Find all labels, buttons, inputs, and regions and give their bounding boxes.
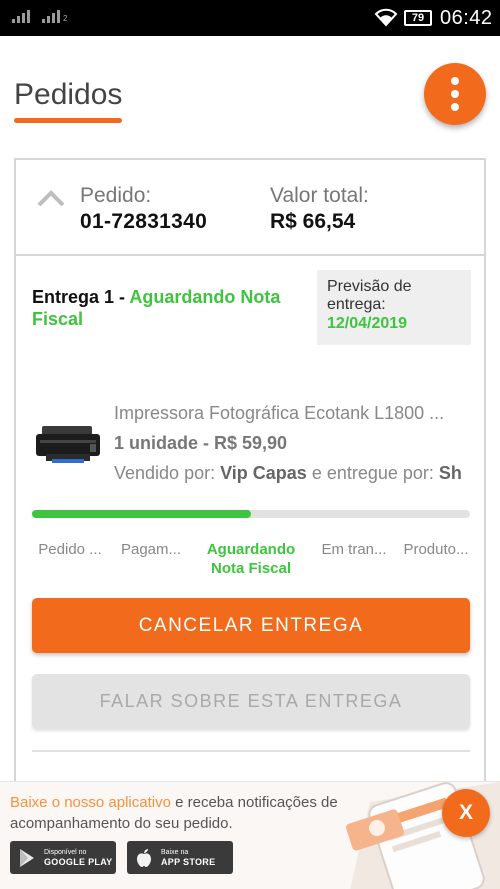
delivery-number: Entrega 1 -: [32, 287, 130, 307]
page-title: Pedidos: [14, 78, 123, 111]
product-image[interactable]: [32, 422, 104, 466]
sim-2-label: 2: [63, 14, 68, 23]
more-options-button[interactable]: [424, 63, 486, 125]
battery-icon: 79: [404, 10, 432, 26]
product-name[interactable]: Impressora Fotográfica Ecotank L1800 ...: [114, 403, 474, 424]
google-play-button[interactable]: Disponível no GOOGLE PLAY: [10, 841, 116, 874]
step-em-transito: Em tran...: [321, 541, 387, 558]
title-underline: [14, 118, 122, 123]
carrier-name: Sh: [438, 463, 462, 483]
step-produto: Produto...: [403, 541, 469, 558]
total-label: Valor total:: [270, 184, 369, 207]
apple-icon: [137, 848, 151, 867]
banner-highlight: Baixe o nosso aplicativo: [10, 794, 171, 811]
signal-icon: [12, 10, 30, 23]
talk-about-delivery-button[interactable]: FALAR SOBRE ESTA ENTREGA: [32, 674, 470, 729]
delivery-progress-bar: [32, 510, 470, 518]
product-seller: Vendido por: Vip Capas e entregue por: S…: [114, 463, 462, 483]
cancel-delivery-button[interactable]: CANCELAR ENTREGA: [32, 598, 470, 653]
banner-text: Baixe o nosso aplicativo e receba notifi…: [10, 794, 338, 832]
step-pagamento: Pagam...: [120, 541, 182, 558]
signal-2-icon: 2: [42, 10, 67, 23]
product-quantity-price: 1 unidade - R$ 59,90: [114, 433, 288, 453]
status-bar: 2 79 06:42: [0, 0, 500, 36]
close-icon: X: [458, 801, 473, 824]
delivery-title: Entrega 1 - Aguardando Nota Fiscal: [32, 286, 302, 330]
delivery-forecast: Previsão de entrega: 12/04/2019: [317, 270, 471, 345]
forecast-label: Previsão de entrega:: [327, 278, 412, 313]
progress-fill: [32, 510, 251, 518]
app-banner: Baixe o nosso aplicativo e receba notifi…: [0, 781, 500, 889]
order-number: 01-72831340: [80, 210, 208, 233]
order-summary[interactable]: Pedido: 01-72831340 Valor total: R$ 66,5…: [16, 160, 484, 256]
chevron-up-icon[interactable]: [36, 188, 66, 208]
total-value: R$ 66,54: [270, 210, 356, 233]
order-card: Pedido: 01-72831340 Valor total: R$ 66,5…: [14, 158, 486, 889]
close-banner-button[interactable]: X: [442, 789, 490, 837]
more-vertical-icon: [451, 77, 459, 85]
step-aguardando-nota-fiscal: Aguardando Nota Fiscal: [206, 541, 296, 577]
clock: 06:42: [440, 7, 493, 29]
order-label: Pedido:: [80, 184, 152, 207]
battery-level: 79: [411, 12, 425, 24]
divider: [32, 750, 470, 752]
seller-name: Vip Capas: [220, 463, 307, 483]
step-pedido: Pedido ...: [38, 541, 102, 558]
app-store-button[interactable]: Baixe na APP STORE: [127, 841, 233, 874]
wifi-icon: [374, 8, 398, 27]
forecast-date: 12/04/2019: [327, 315, 408, 332]
google-play-icon: [20, 848, 34, 867]
